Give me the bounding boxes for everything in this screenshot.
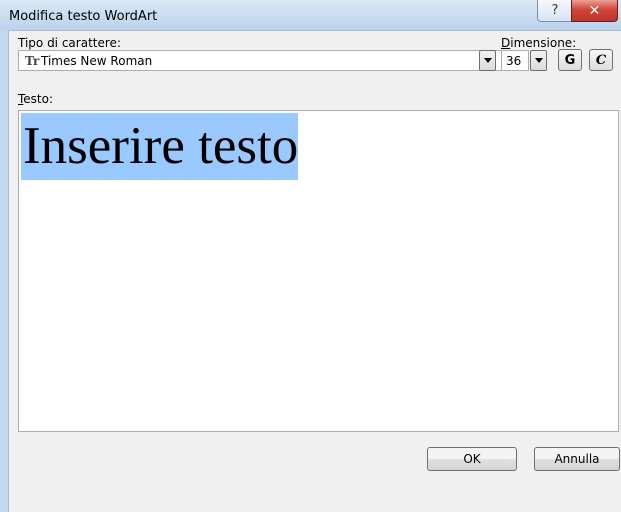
size-value: 36 [506,54,522,68]
cancel-label: Annulla [554,452,600,466]
size-dropdown-button[interactable] [530,50,547,71]
window-frame [0,30,9,512]
help-button[interactable]: ? [537,0,573,22]
size-label: Dimensione: [501,36,577,50]
text-label: Testo: [18,92,54,106]
italic-label: C [595,52,607,68]
cancel-button[interactable]: Annulla [534,447,620,471]
title-bar: Modifica testo WordArt ? ✕ [0,0,621,31]
font-label: Tipo di carattere: [18,36,121,50]
window-title: Modifica testo WordArt [9,9,158,24]
truetype-font-icon: Tr [25,54,40,68]
chevron-down-icon [534,58,543,63]
ok-button[interactable]: OK [427,447,517,471]
font-combo[interactable]: Tr Times New Roman [18,50,506,71]
font-value: Times New Roman [41,54,153,68]
size-combo[interactable]: 36 [501,50,529,71]
close-button[interactable]: ✕ [571,0,618,22]
ok-label: OK [463,452,481,466]
chevron-down-icon [483,58,492,63]
close-icon: ✕ [588,2,601,19]
help-icon: ? [551,3,559,18]
bold-button[interactable]: G [558,49,582,71]
font-dropdown-button[interactable] [479,50,496,71]
text-value: Inserire testo [23,117,299,175]
dialog-body: Tipo di carattere: Dimensione: Tr Times … [9,31,621,512]
bold-label: G [564,52,576,68]
text-area[interactable]: Inserire testo [18,110,619,432]
italic-button[interactable]: C [589,49,613,71]
